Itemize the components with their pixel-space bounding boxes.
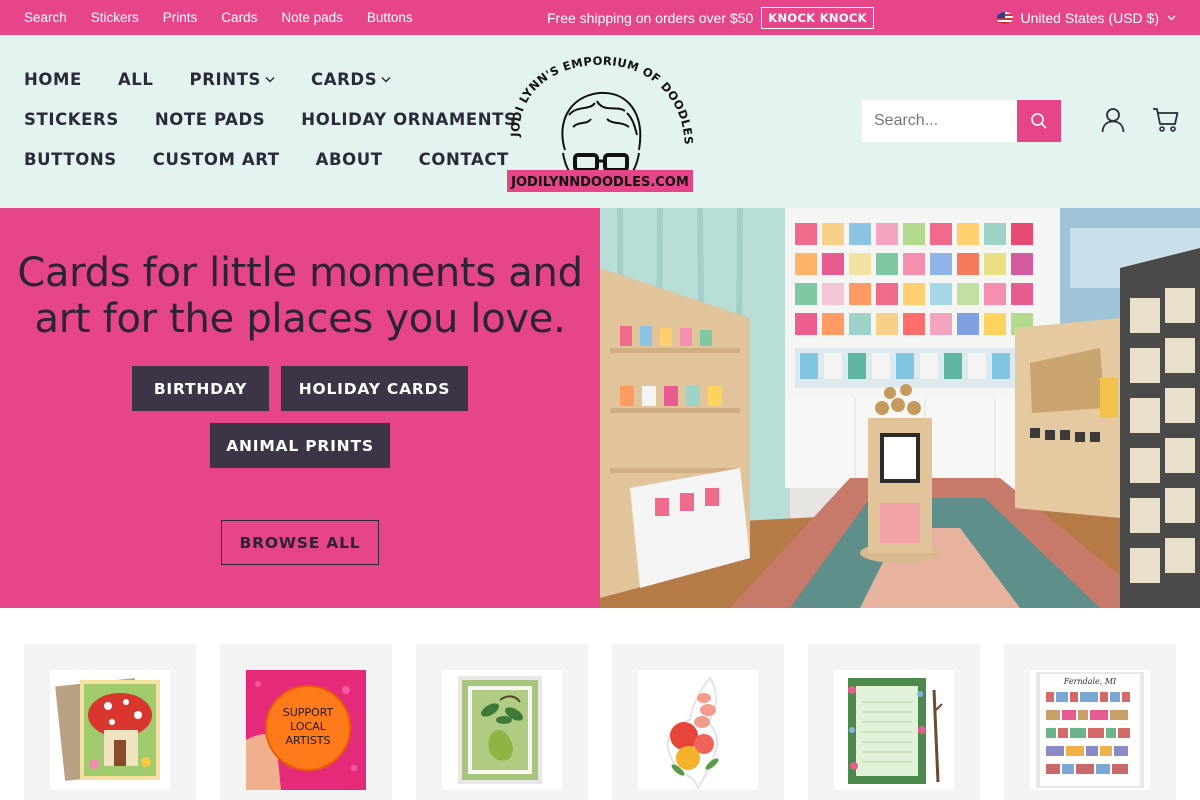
product-image: [834, 670, 954, 790]
product-image: [442, 670, 562, 790]
product-image: [50, 670, 170, 790]
main-nav-row-2: STICKERS NOTE PADS HOLIDAY ORNAMENTS: [24, 110, 517, 129]
nav-item-about[interactable]: ABOUT: [316, 150, 383, 169]
product-card-ferndale-map-print[interactable]: Ferndale, MI: [1004, 644, 1176, 800]
product-card-pear-print[interactable]: [416, 644, 588, 800]
product-image: SUPPORT LOCAL ARTISTS: [246, 670, 366, 790]
nav-item-cards[interactable]: CARDS: [311, 70, 391, 89]
product-card-notepad[interactable]: [808, 644, 980, 800]
nav-item-all[interactable]: ALL: [118, 70, 154, 89]
hero-panel: Cards for little moments and art for the…: [0, 208, 600, 608]
nav-item-buttons[interactable]: BUTTONS: [24, 150, 117, 169]
us-flag-icon: [996, 11, 1013, 24]
utility-links: Search Stickers Prints Cards Note pads B…: [24, 0, 413, 35]
hero-heading-line: art for the places you love.: [34, 296, 566, 342]
nav-item-home[interactable]: HOME: [24, 70, 82, 89]
knock-knock-button[interactable]: KNOCK KNOCK: [761, 6, 874, 29]
search-submit-button[interactable]: [1017, 100, 1061, 142]
nav-item-prints[interactable]: PRINTS: [190, 70, 276, 89]
hero-heading: Cards for little moments and art for the…: [0, 250, 600, 342]
button-text-line: ARTISTS: [285, 734, 330, 747]
shipping-promo: Free shipping on orders over $50 KNOCK K…: [547, 0, 874, 35]
store-interior-photo: [600, 208, 1200, 608]
utility-link-prints[interactable]: Prints: [163, 10, 198, 25]
product-image: Ferndale, MI: [1030, 670, 1150, 790]
product-card-flower-sticker[interactable]: [612, 644, 784, 800]
search-icon: [1031, 113, 1047, 129]
utility-link-cards[interactable]: Cards: [221, 10, 257, 25]
chevron-down-icon: [265, 76, 275, 83]
nav-label: PRINTS: [189, 70, 262, 89]
country-label: United States (USD $): [1020, 9, 1160, 26]
browse-all-button[interactable]: BROWSE ALL: [221, 520, 379, 565]
search-form: Search...: [862, 100, 1061, 142]
nav-item-note-pads[interactable]: NOTE PADS: [155, 110, 265, 129]
button-text-line: SUPPORT: [283, 706, 334, 719]
site-logo[interactable]: JODI LYNN'S EMPORIUM OF DOODLES JODILYNN…: [507, 55, 693, 192]
nav-label: HOME: [24, 70, 82, 89]
promo-text: Free shipping on orders over $50: [547, 9, 754, 26]
utility-link-stickers[interactable]: Stickers: [91, 10, 139, 25]
svg-text:JODI LYNN'S EMPORIUM OF DOODLE: JODI LYNN'S EMPORIUM OF DOODLES: [508, 55, 693, 145]
animal-prints-button[interactable]: ANIMAL PRINTS: [210, 423, 390, 468]
nav-item-contact[interactable]: CONTACT: [419, 150, 509, 169]
main-nav-row-1: HOME ALL PRINTS CARDS: [24, 70, 391, 89]
utility-link-search[interactable]: Search: [24, 10, 67, 25]
chevron-down-icon: [381, 76, 391, 83]
product-card-mushroom-house-card[interactable]: [24, 644, 196, 800]
nav-item-custom-art[interactable]: CUSTOM ART: [153, 150, 280, 169]
logo-arc-text: JODI LYNN'S EMPORIUM OF DOODLES: [508, 55, 693, 145]
nav-label: ALL: [117, 70, 154, 89]
product-image: [638, 670, 758, 790]
birthday-button[interactable]: BIRTHDAY: [132, 366, 269, 411]
nav-label: CARDS: [311, 70, 378, 89]
map-print-title: Ferndale, MI: [1063, 677, 1117, 686]
main-nav-row-3: BUTTONS CUSTOM ART ABOUT CONTACT: [24, 150, 509, 169]
utility-link-buttons[interactable]: Buttons: [367, 10, 413, 25]
hero-heading-line: Cards for little moments and: [17, 250, 583, 296]
site-header: HOME ALL PRINTS CARDS STICKERS NOTE PADS…: [0, 35, 1200, 208]
search-input[interactable]: Search...: [862, 100, 1017, 142]
nav-item-stickers[interactable]: STICKERS: [24, 110, 119, 129]
utility-link-note-pads[interactable]: Note pads: [281, 10, 343, 25]
account-icon[interactable]: [1101, 107, 1125, 133]
logo-banner-text: JODILYNNDOODLES.COM: [510, 175, 689, 190]
announcement-bar: Search Stickers Prints Cards Note pads B…: [0, 0, 1200, 35]
product-card-support-local-artists-button[interactable]: SUPPORT LOCAL ARTISTS: [220, 644, 392, 800]
cart-icon[interactable]: [1152, 107, 1179, 133]
button-text-line: LOCAL: [290, 720, 327, 733]
nav-item-holiday-ornaments[interactable]: HOLIDAY ORNAMENTS: [301, 110, 516, 129]
holiday-cards-button[interactable]: HOLIDAY CARDS: [281, 366, 468, 411]
country-selector[interactable]: United States (USD $): [996, 0, 1177, 35]
logo-face-icon: [561, 91, 642, 176]
chevron-down-icon: [1167, 15, 1176, 20]
